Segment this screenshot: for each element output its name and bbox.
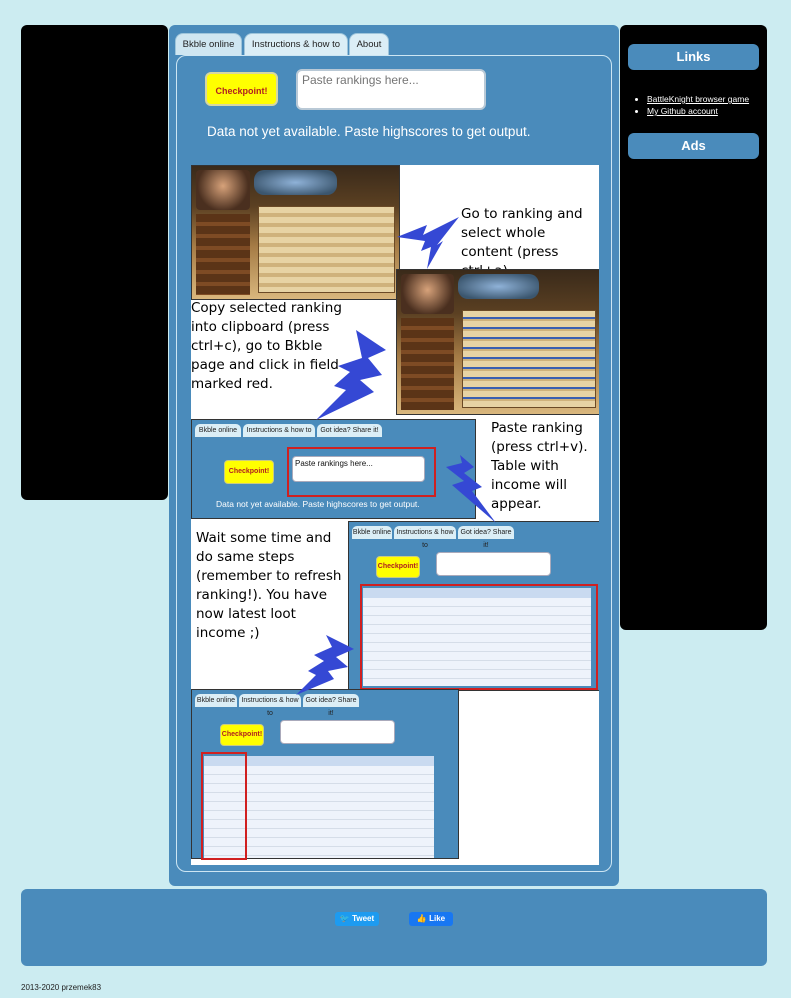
arrow-bolt-icon (446, 455, 496, 523)
right-sidebar: Links BattleKnight browser game My Githu… (620, 25, 767, 630)
link-github[interactable]: My Github account (647, 106, 718, 116)
left-sidebar (21, 25, 168, 500)
game-ranking-selected-screenshot (396, 269, 599, 415)
rankings-input[interactable] (296, 69, 486, 110)
ads-heading: Ads (628, 133, 759, 159)
bkble-table-screenshot: Bkble online Instructions & how to Got i… (348, 521, 599, 691)
tab-about[interactable]: About (349, 33, 389, 55)
tweet-button[interactable]: 🐦 Tweet (335, 912, 379, 926)
list-item: BattleKnight browser game (647, 93, 749, 105)
checkpoint-button[interactable]: Checkpoint! (205, 72, 278, 106)
copyright-text: 2013-2020 przemek83 (21, 983, 102, 992)
status-message: Data not yet available. Paste highscores… (207, 124, 531, 139)
links-list: BattleKnight browser game My Github acco… (632, 93, 749, 117)
bkble-empty-screenshot: Bkble online Instructions & how to Got i… (191, 419, 476, 519)
footer: 🐦 Tweet 👍 Like (21, 889, 767, 966)
tab-bkble-online[interactable]: Bkble online (175, 33, 242, 55)
links-heading: Links (628, 44, 759, 70)
thumbs-up-icon: 👍 (416, 914, 427, 923)
twitter-icon: 🐦 (339, 914, 350, 923)
list-item: My Github account (647, 105, 749, 117)
tab-instructions[interactable]: Instructions & how to (244, 33, 348, 55)
main-content: Bkble online Instructions & how to About… (169, 25, 619, 886)
tweet-label: Tweet (352, 914, 375, 923)
step-3-text: Paste ranking (press ctrl+v). Table with… (491, 420, 588, 512)
step-4-text: Wait some time and do same steps (rememb… (196, 530, 342, 641)
arrow-bolt-icon (296, 635, 354, 695)
instructions-image: Go to ranking and select whole content (… (191, 165, 599, 865)
link-battleknight[interactable]: BattleKnight browser game (647, 94, 749, 104)
bkble-increase-screenshot: Bkble online Instructions & how to Got i… (191, 689, 459, 860)
arrow-bolt-icon (397, 217, 459, 269)
like-label: Like (429, 914, 446, 923)
game-ranking-screenshot (191, 165, 400, 300)
arrow-bolt-icon (316, 330, 386, 420)
like-button[interactable]: 👍 Like (409, 912, 453, 926)
